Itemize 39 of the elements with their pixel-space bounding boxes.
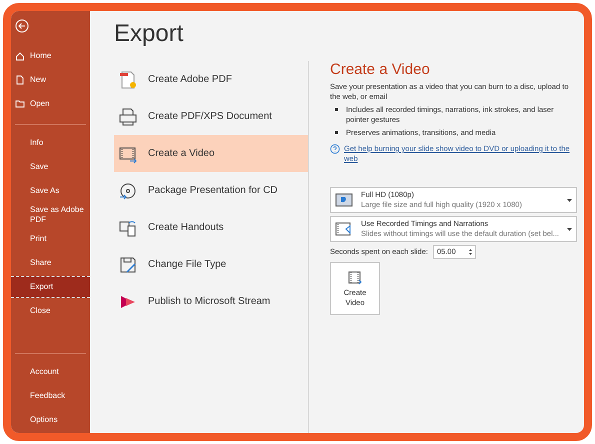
spin-arrows-icon — [468, 248, 472, 256]
section-title: Create a Video — [330, 61, 430, 79]
sidebar-item[interactable]: New — [11, 69, 90, 91]
pdf-document-icon — [118, 70, 138, 90]
printer-icon — [118, 106, 138, 126]
bullet-icon — [335, 131, 338, 134]
new-document-icon — [15, 75, 25, 85]
export-option[interactable]: Create PDF/XPS Document — [114, 98, 308, 135]
page-title: Export — [114, 19, 184, 49]
caret-icon — [567, 198, 572, 202]
export-option[interactable]: Publish to Microsoft Stream — [114, 283, 308, 320]
sidebar-item[interactable]: Open — [11, 93, 90, 115]
sidebar-item[interactable]: Save — [11, 156, 90, 178]
film-speaker-icon — [335, 221, 353, 237]
sidebar-item[interactable]: Home — [11, 45, 90, 67]
sidebar-item[interactable]: Info — [11, 132, 90, 154]
sidebar-item[interactable]: Feedback — [11, 385, 90, 407]
monitor-icon — [335, 192, 353, 208]
bullet-icon — [335, 108, 338, 111]
sidebar-item[interactable]: Share — [11, 252, 90, 274]
disc-icon — [118, 180, 138, 200]
export-option[interactable]: Change File Type — [114, 246, 308, 283]
export-option[interactable]: Create a Video — [114, 135, 308, 172]
file-pen-icon — [118, 254, 138, 274]
sidebar-item[interactable]: Account — [11, 361, 90, 383]
sidebar-item[interactable]: Save as Adobe PDF — [11, 204, 90, 226]
sidebar-item[interactable]: Save As — [11, 180, 90, 202]
help-icon — [330, 144, 340, 154]
sidebar-item[interactable]: Export — [11, 276, 90, 298]
caret-icon — [567, 228, 572, 230]
export-option[interactable]: Create Handouts — [114, 209, 308, 246]
home-icon — [15, 51, 25, 61]
export-option[interactable]: Create Adobe PDF — [114, 61, 308, 98]
folder-icon — [15, 99, 25, 109]
video-film-icon — [347, 270, 363, 286]
sidebar-item[interactable]: Print — [11, 228, 90, 250]
sidebar-item[interactable]: Options — [11, 409, 90, 431]
sidebar-item[interactable]: Close — [11, 300, 90, 322]
export-option[interactable]: Package Presentation for CD — [114, 172, 308, 209]
